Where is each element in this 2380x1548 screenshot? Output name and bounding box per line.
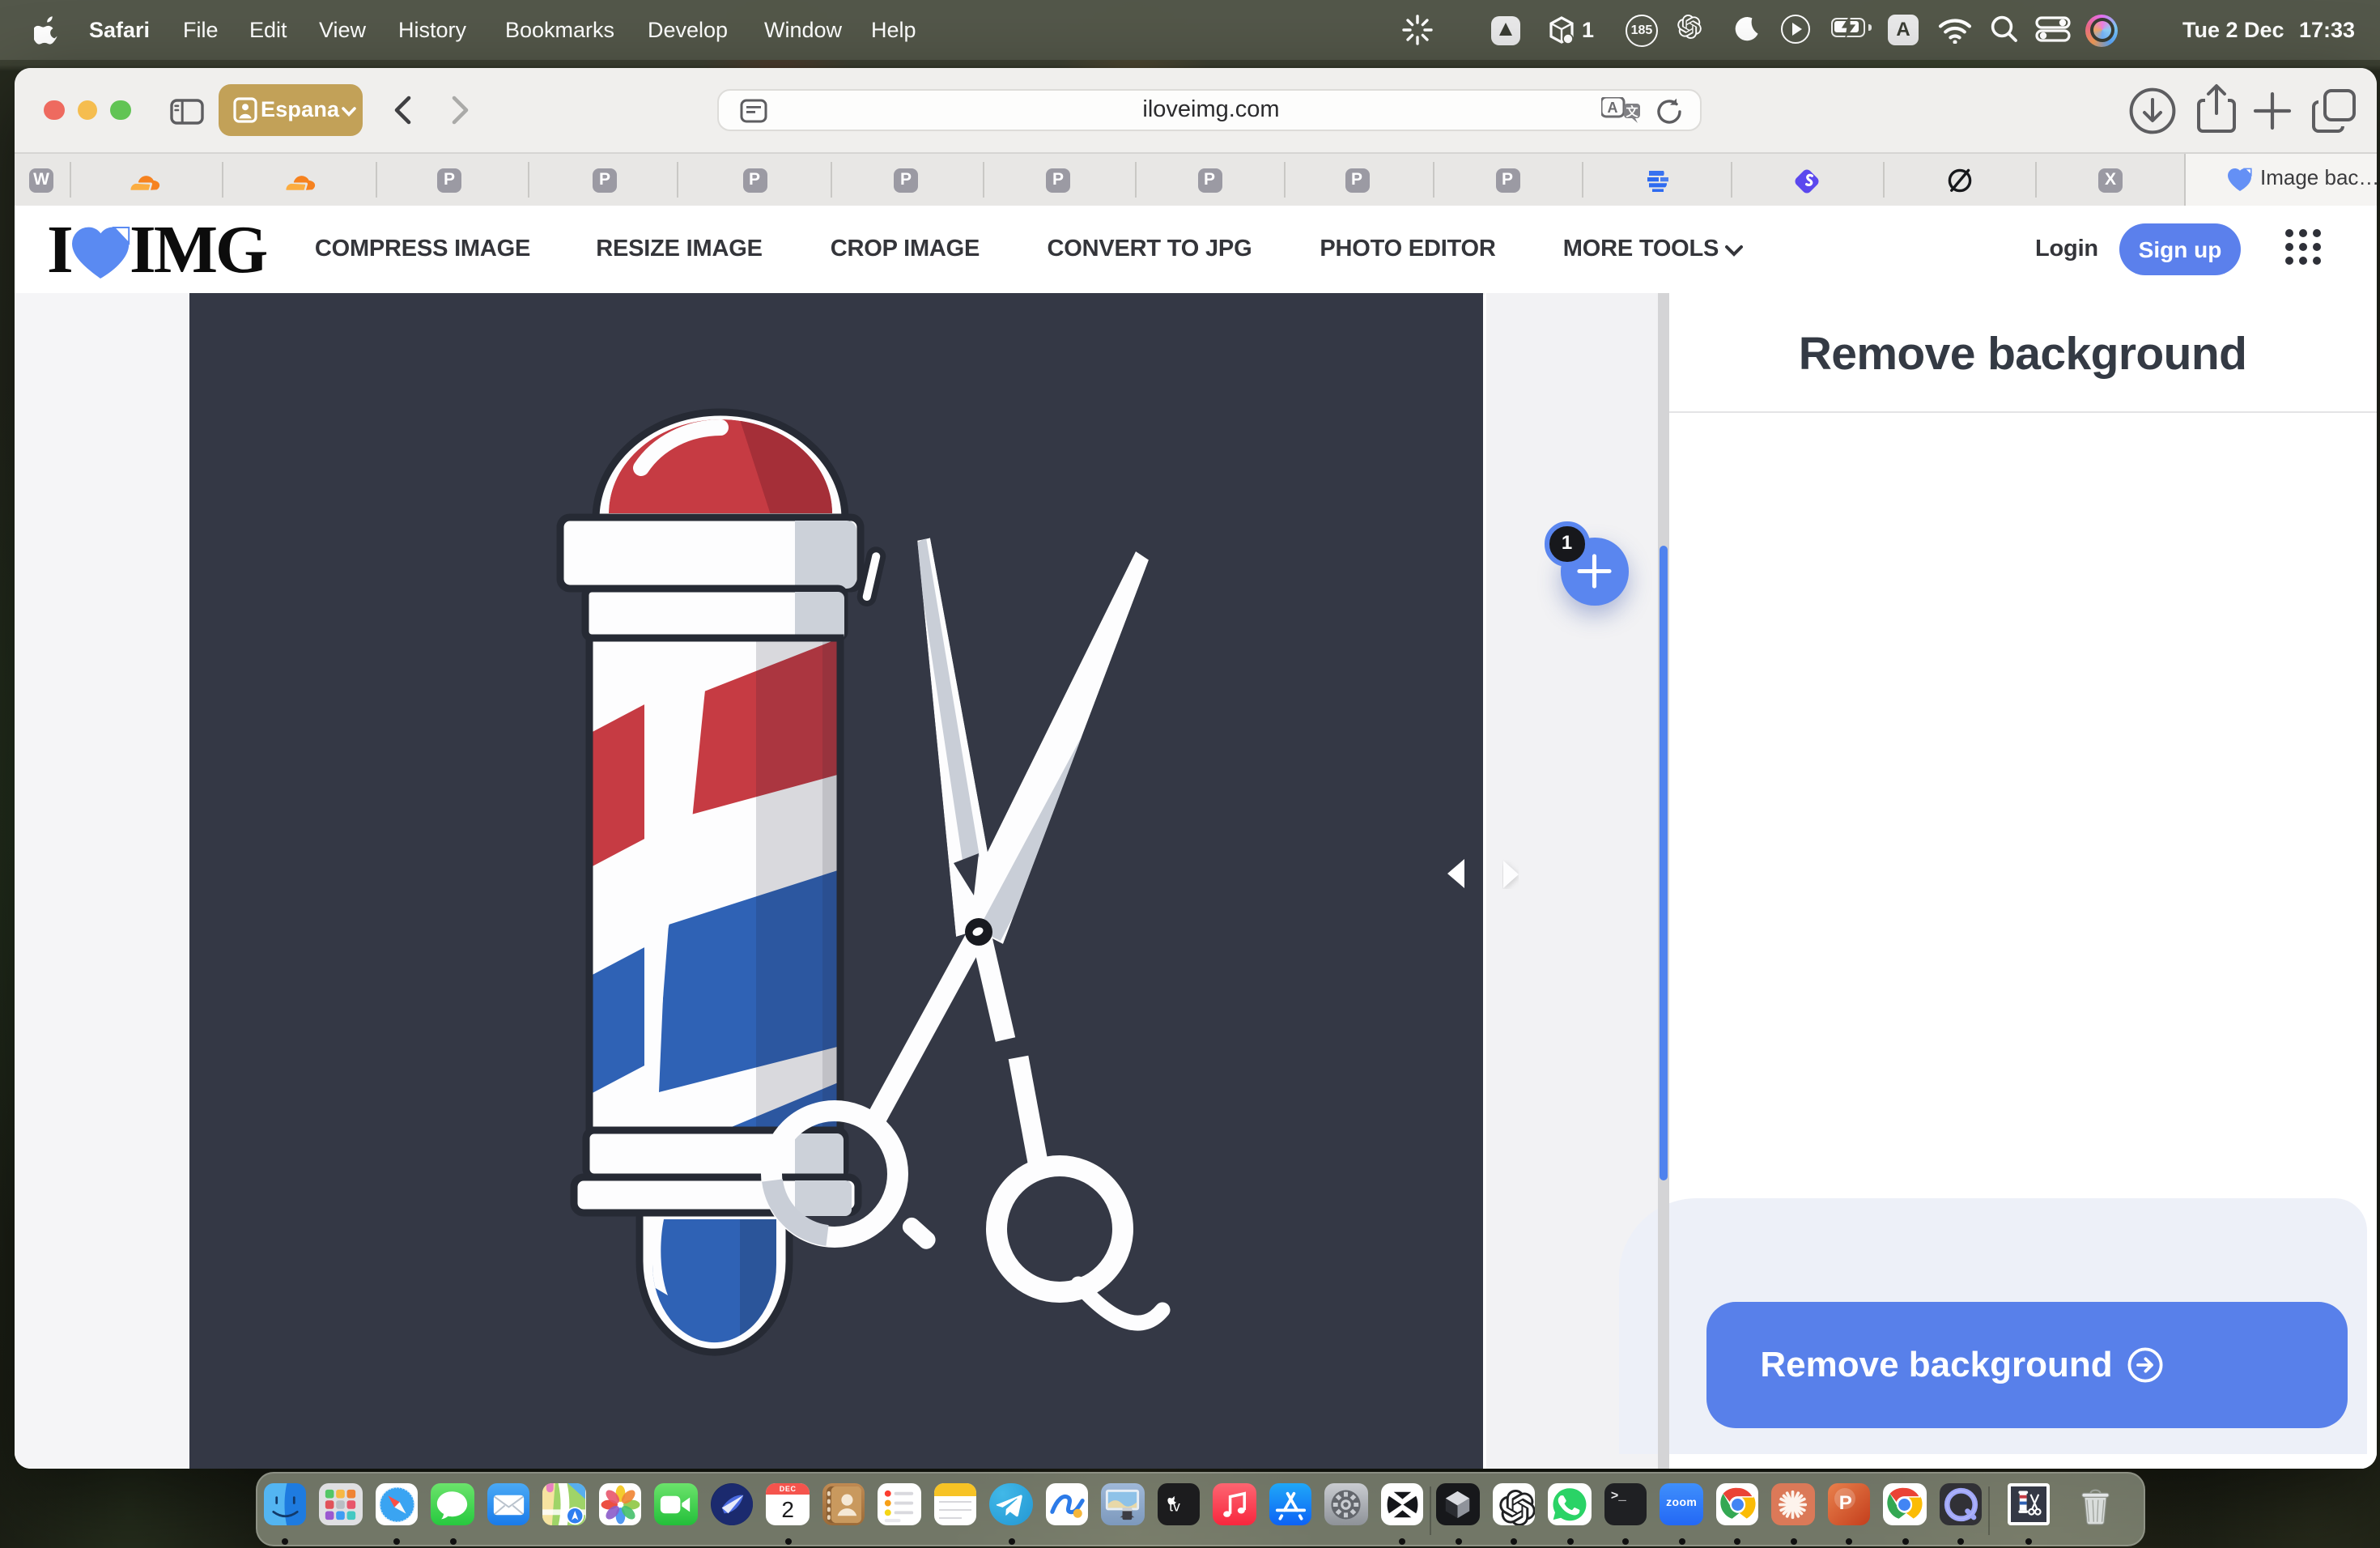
- svg-text:文: 文: [1626, 104, 1638, 119]
- svg-text:A: A: [1608, 100, 1618, 116]
